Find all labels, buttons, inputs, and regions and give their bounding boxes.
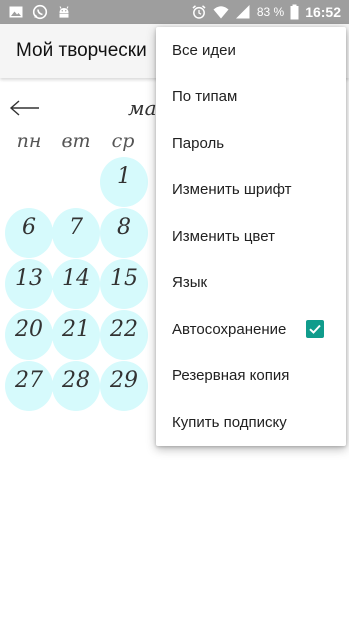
menu-item-label: Все идеи: [172, 41, 236, 59]
android-icon: [56, 4, 72, 20]
menu-item-label: Пароль: [172, 134, 225, 152]
menu-item-label: Изменить шрифт: [172, 181, 292, 199]
image-icon: [8, 4, 24, 20]
menu-item-password[interactable]: Пароль: [156, 120, 346, 167]
alarm-icon: [191, 4, 207, 20]
weekday-label: вт: [61, 130, 91, 152]
menu-item-by-type[interactable]: По типам: [156, 74, 346, 121]
menu-item-label: Изменить цвет: [172, 227, 275, 245]
calendar-day[interactable]: 8: [100, 208, 148, 258]
calendar-day[interactable]: 15: [100, 259, 148, 309]
battery-icon: [290, 4, 299, 20]
menu-item-label: Автосохранение: [172, 320, 287, 338]
menu-item-autosave[interactable]: Автосохранение: [156, 306, 346, 353]
calendar-day[interactable]: 28: [52, 361, 100, 411]
menu-item-label: По типам: [172, 88, 238, 106]
whatsapp-icon: [32, 4, 48, 20]
calendar-day[interactable]: 7: [52, 208, 100, 258]
menu-item-label: Купить подписку: [172, 413, 287, 431]
battery-percent: 83 %: [256, 5, 285, 19]
calendar-day[interactable]: 22: [100, 310, 148, 360]
clock: 16:52: [305, 4, 341, 20]
menu-item-buy-subscription[interactable]: Купить подписку: [156, 399, 346, 446]
overflow-menu: Все идеи По типам Пароль Изменить шрифт …: [156, 27, 346, 446]
menu-item-label: Резервная копия: [172, 367, 290, 385]
menu-item-backup[interactable]: Резервная копия: [156, 353, 346, 400]
calendar-day[interactable]: 29: [100, 361, 148, 411]
calendar-day[interactable]: 1: [100, 157, 148, 207]
calendar-day[interactable]: 21: [52, 310, 100, 360]
month-label: ма: [128, 96, 157, 120]
autosave-checkbox[interactable]: [306, 320, 324, 339]
menu-item-change-color[interactable]: Изменить цвет: [156, 213, 346, 260]
calendar-day[interactable]: 14: [52, 259, 100, 309]
checkmark-icon: [309, 325, 321, 335]
arrow-left-icon[interactable]: [8, 96, 42, 120]
menu-item-language[interactable]: Язык: [156, 260, 346, 307]
status-bar: 83 % 16:52: [0, 0, 349, 24]
calendar-day[interactable]: 6: [5, 208, 53, 258]
menu-item-all-ideas[interactable]: Все идеи: [156, 27, 346, 74]
weekday-label: ср: [111, 130, 135, 152]
menu-item-label: Язык: [172, 274, 208, 292]
cell-signal-icon: [235, 4, 251, 20]
calendar-day[interactable]: 20: [5, 310, 53, 360]
menu-item-change-font[interactable]: Изменить шрифт: [156, 167, 346, 214]
app-title: Мой творчески: [16, 40, 147, 61]
calendar-day[interactable]: 27: [5, 361, 53, 411]
calendar-day[interactable]: 13: [5, 259, 53, 309]
wifi-icon: [213, 4, 229, 20]
weekday-label: пн: [16, 130, 42, 152]
